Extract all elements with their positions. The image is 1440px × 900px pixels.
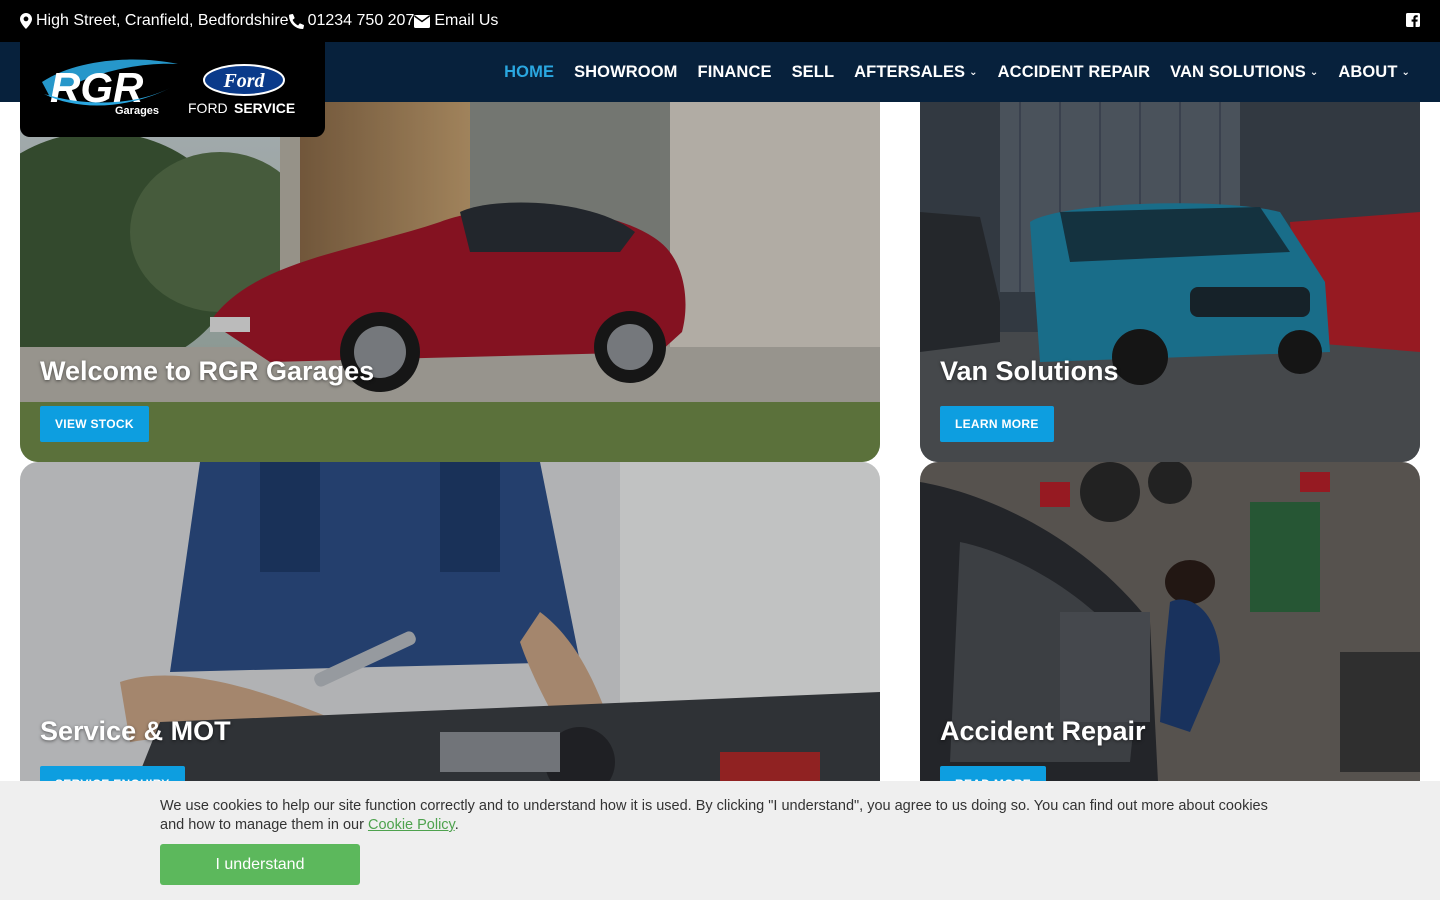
map-marker-icon: [20, 13, 32, 29]
cookie-text-end: .: [454, 817, 459, 833]
ford-label: FORD: [188, 100, 228, 116]
nav-item-home[interactable]: HOME: [504, 63, 554, 82]
nav-label: FINANCE: [697, 62, 772, 81]
cookie-policy-link[interactable]: Cookie Policy: [368, 817, 455, 833]
nav-item-finance[interactable]: FINANCE: [698, 63, 772, 82]
cookie-banner: We use cookies to help our site function…: [0, 781, 1440, 900]
facebook-icon[interactable]: [1406, 13, 1420, 27]
site-logo[interactable]: RGR Garages Ford FORD SERVICE: [20, 42, 325, 137]
image-overlay: [20, 102, 880, 462]
nav-item-accident-repair[interactable]: ACCIDENT REPAIR: [998, 63, 1150, 82]
learn-more-button[interactable]: LEARN MORE: [940, 406, 1054, 442]
nav-item-showroom[interactable]: SHOWROOM: [574, 63, 677, 82]
chevron-down-icon: ⌄: [1309, 66, 1319, 78]
nav-item-about[interactable]: ABOUT ⌄: [1338, 63, 1410, 82]
tile-title: Van Solutions: [940, 356, 1119, 386]
nav-item-van-solutions[interactable]: VAN SOLUTIONS ⌄: [1170, 63, 1318, 82]
nav-label: HOME: [504, 62, 555, 81]
ford-badge-text: Ford: [222, 70, 265, 92]
garages-label: Garages: [115, 105, 159, 117]
view-stock-button[interactable]: VIEW STOCK: [40, 406, 149, 442]
email-text: Email Us: [434, 12, 499, 29]
rgr-garages-logo: RGR Garages Ford FORD SERVICE: [42, 59, 295, 117]
nav-label: VAN SOLUTIONS: [1170, 62, 1306, 81]
service-label: SERVICE: [234, 100, 295, 116]
nav-label: ACCIDENT REPAIR: [997, 62, 1151, 81]
chevron-down-icon: ⌄: [1401, 66, 1410, 78]
phone-link[interactable]: 01234 750 207: [288, 12, 415, 30]
tile-title: Welcome to RGR Garages: [40, 356, 375, 386]
accept-cookies-button[interactable]: I understand: [160, 844, 360, 885]
nav-item-aftersales[interactable]: AFTERSALES ⌄: [854, 63, 978, 82]
contact-details: High Street, Cranfield, Bedfordshire 012…: [20, 0, 498, 42]
nav-menu: HOME SHOWROOM FINANCE SELL AFTERSALES ⌄ A…: [484, 42, 1410, 102]
address-text: High Street, Cranfield, Bedfordshire: [36, 12, 289, 29]
phone-icon: [288, 13, 304, 29]
chevron-down-icon: ⌄: [969, 66, 978, 78]
tile-title: Accident Repair: [940, 716, 1146, 746]
cookie-text: We use cookies to help our site function…: [160, 798, 1268, 833]
tile-title: Service & MOT: [40, 716, 231, 746]
nav-item-sell[interactable]: SELL: [792, 63, 835, 82]
nav-label: ABOUT: [1338, 62, 1398, 81]
phone-text: 01234 750 207: [307, 12, 415, 29]
tile-welcome[interactable]: Welcome to RGR Garages VIEW STOCK: [20, 102, 880, 462]
nav-label: SHOWROOM: [574, 62, 678, 81]
nav-label: AFTERSALES: [854, 62, 966, 81]
email-link[interactable]: Email Us: [414, 12, 498, 30]
envelope-icon: [414, 14, 431, 28]
tile-service-mot[interactable]: Service & MOT SERVICE ENQUIRY: [20, 462, 880, 822]
tile-van-solutions[interactable]: Van Solutions LEARN MORE: [920, 102, 1420, 462]
address: High Street, Cranfield, Bedfordshire: [20, 12, 289, 30]
tile-accident-repair[interactable]: Accident Repair READ MORE: [920, 462, 1420, 822]
nav-label: SELL: [791, 62, 835, 81]
cookie-message: We use cookies to help our site function…: [160, 797, 1280, 835]
top-contact-bar: High Street, Cranfield, Bedfordshire 012…: [0, 0, 1440, 42]
